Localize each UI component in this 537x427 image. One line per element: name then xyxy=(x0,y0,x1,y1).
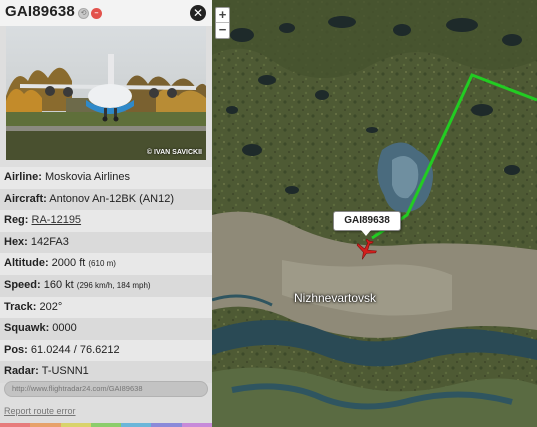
speed-label: Speed: xyxy=(4,278,41,291)
color-strip-segment xyxy=(121,423,152,427)
hex-label: Hex: xyxy=(4,235,28,248)
pos-value: 61.0244 / 76.6212 xyxy=(30,343,120,356)
speed-value: 160 kt xyxy=(43,278,74,291)
flight-info-panel: GAI89638 ⟲ – ✕ © IVAN SAVICKII Airline: … xyxy=(0,0,212,427)
color-strip xyxy=(0,423,212,427)
color-strip-segment xyxy=(90,423,122,427)
radar-value: T-USNN1 xyxy=(41,365,89,378)
flight-callout[interactable]: GAI89638 xyxy=(333,211,401,231)
squawk-value: 0000 xyxy=(52,322,77,335)
altitude-row: Altitude: 2000 ft (610 m) xyxy=(0,253,212,275)
aircraft-value: Antonov An-12BK (AN12) xyxy=(49,192,174,205)
report-route-error-link[interactable]: Report route error xyxy=(4,406,76,416)
photo-credit: © IVAN SAVICKII xyxy=(146,149,202,156)
color-strip-segment xyxy=(151,423,182,427)
airline-row: Airline: Moskovia Airlines xyxy=(0,167,212,189)
color-strip-segment xyxy=(181,423,212,427)
track-row: Track: 202° xyxy=(0,296,212,319)
zoom-out-button[interactable]: − xyxy=(216,23,229,38)
zoom-controls: + − xyxy=(215,7,230,39)
aircraft-icon[interactable] xyxy=(354,238,378,262)
airline-label: Airline: xyxy=(4,171,42,183)
track-value: 202° xyxy=(39,300,63,313)
reg-link[interactable]: RA-12195 xyxy=(32,214,82,226)
close-icon[interactable]: ✕ xyxy=(190,5,206,21)
zoom-in-button[interactable]: + xyxy=(216,8,229,23)
panel-header: GAI89638 ⟲ – ✕ xyxy=(0,0,212,26)
callout-pointer xyxy=(361,230,371,236)
aircraft-photo-image xyxy=(6,26,206,160)
speed-metric: (296 km/h, 184 mph) xyxy=(76,280,151,290)
aircraft-row: Aircraft: Antonov An-12BK (AN12) xyxy=(0,188,212,211)
aircraft-label: Aircraft: xyxy=(4,192,47,205)
satellite-map[interactable]: + − GAI89638 Nizhnevartovsk xyxy=(212,0,537,427)
flight-details: Airline: Moskovia Airlines Aircraft: Ant… xyxy=(0,167,212,383)
altitude-value: 2000 ft xyxy=(51,257,86,270)
color-strip-segment xyxy=(30,423,61,427)
pos-row: Pos: 61.0244 / 76.6212 xyxy=(0,339,212,362)
hex-row: Hex: 142FA3 xyxy=(0,231,212,254)
color-strip-segment xyxy=(0,423,31,427)
share-url-field[interactable]: http://www.flightradar24.com/GAI89638 xyxy=(4,381,208,397)
squawk-row: Squawk: 0000 xyxy=(0,318,212,340)
altitude-metric: (610 m) xyxy=(88,259,116,269)
airline-value: Moskovia Airlines xyxy=(44,171,130,183)
altitude-label: Altitude: xyxy=(4,257,49,270)
radar-label: Radar: xyxy=(4,365,39,378)
reg-label: Reg: xyxy=(4,214,29,227)
reg-row: Reg: RA-12195 xyxy=(0,210,212,232)
aircraft-photo[interactable]: © IVAN SAVICKII xyxy=(6,26,206,160)
squawk-label: Squawk: xyxy=(4,322,50,335)
hex-value: 142FA3 xyxy=(30,235,69,248)
history-icon[interactable]: ⟲ xyxy=(78,8,89,19)
remove-icon[interactable]: – xyxy=(91,8,102,19)
track-label: Track: xyxy=(4,300,37,313)
flight-callsign: GAI89638 xyxy=(5,3,75,20)
color-strip-segment xyxy=(60,423,91,427)
pos-label: Pos: xyxy=(4,343,28,356)
city-label: Nizhnevartovsk xyxy=(294,291,377,305)
radar-row: Radar: T-USNN1 xyxy=(0,361,212,383)
speed-row: Speed: 160 kt (296 km/h, 184 mph) xyxy=(0,274,212,297)
